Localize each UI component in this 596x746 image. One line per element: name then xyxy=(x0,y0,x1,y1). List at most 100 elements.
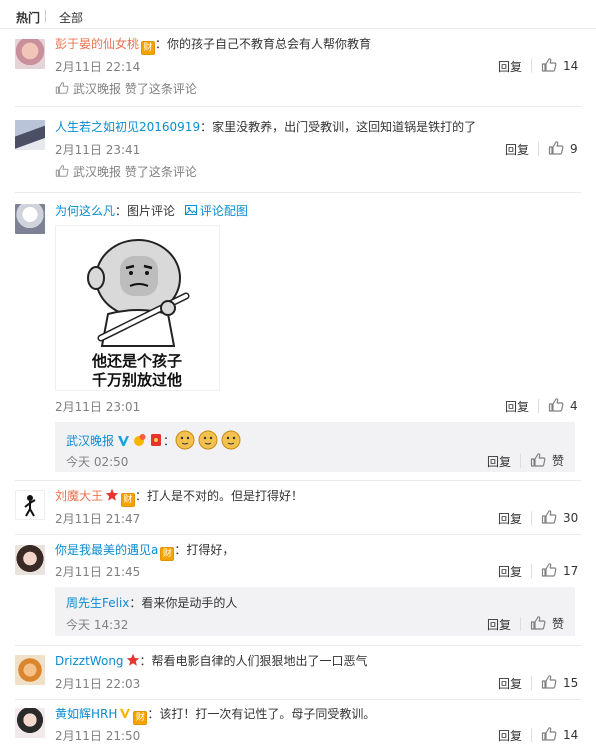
sub-reply-body: 周先生Felix：看来你是动手的人 xyxy=(66,595,237,611)
comment-username[interactable]: DrizztWong xyxy=(55,654,124,668)
comment-divider xyxy=(15,106,581,107)
thumb-up-icon xyxy=(530,452,546,468)
verified-v-icon xyxy=(118,436,130,446)
like-button[interactable]: 14 xyxy=(541,726,578,742)
sub-reply-username[interactable]: 周先生Felix xyxy=(66,596,129,610)
reply-button[interactable]: 回复 xyxy=(498,510,522,527)
like-count: 14 xyxy=(563,728,579,742)
comment-body: 为何这么凡：图片评论 评论配图 xyxy=(55,203,248,219)
like-button[interactable]: 14 xyxy=(541,57,578,73)
comment-time: 2月11日 22:03 xyxy=(55,677,141,691)
like-count: 17 xyxy=(563,564,579,578)
sub-reply-like-button[interactable]: 赞 xyxy=(530,615,564,632)
comment-divider xyxy=(15,699,581,700)
comment-body: 彭于晏的仙女桃财：你的孩子自己不教育总会有人帮你教育 xyxy=(55,36,371,55)
comment-text: ：你的孩子自己不教育总会有人帮你教育 xyxy=(155,37,372,51)
comment-pic-link[interactable]: 评论配图 xyxy=(184,204,248,218)
reply-button[interactable]: 回复 xyxy=(498,563,522,580)
sub-reply-like-label: 赞 xyxy=(552,617,565,631)
like-button[interactable]: 9 xyxy=(548,140,578,156)
like-button[interactable]: 30 xyxy=(541,509,578,525)
comment-tabs: 热门 全部 xyxy=(0,0,596,28)
avatar[interactable] xyxy=(15,120,45,150)
thumb-up-icon xyxy=(530,615,546,631)
comment-time: 2月11日 21:50 xyxy=(55,729,141,743)
reply-button[interactable]: 回复 xyxy=(505,398,529,415)
sub-reply: 周先生Felix：看来你是动手的人 今天 14:32 回复 赞 xyxy=(55,587,575,636)
comment-divider xyxy=(15,534,581,535)
reply-button[interactable]: 回复 xyxy=(498,58,522,75)
tab-hot[interactable]: 热门 xyxy=(16,9,40,26)
liked-by-suffix: 赞了这条评论 xyxy=(121,82,197,96)
like-button[interactable]: 4 xyxy=(548,397,578,413)
sub-reply-body: 武汉晚报 ： xyxy=(66,430,241,450)
thumb-up-icon xyxy=(541,674,557,690)
comment-image[interactable]: 他还是个孩子 千万别放过他 xyxy=(55,225,220,391)
action-divider xyxy=(531,728,532,742)
action-divider xyxy=(538,399,539,413)
avatar[interactable] xyxy=(15,39,45,69)
reply-button[interactable]: 回复 xyxy=(498,727,522,744)
thumb-up-icon xyxy=(541,57,557,73)
sub-reply-time: 今天 02:50 xyxy=(66,455,129,469)
comment-time: 2月11日 21:47 xyxy=(55,512,141,526)
comment-username[interactable]: 为何这么凡 xyxy=(55,204,115,218)
comment-username[interactable]: 你是我最美的遇见a xyxy=(55,543,158,557)
comment-body: 黄如辉HRH 财：该打！打一次有记性了。母子同受教训。 xyxy=(55,706,375,725)
comment-body: 刘魔大王 财：打人是不对的。但是打得好！ xyxy=(55,488,303,507)
thumb-up-icon xyxy=(541,562,557,578)
like-count: 15 xyxy=(563,676,579,690)
sub-reply-like-button[interactable]: 赞 xyxy=(530,452,564,469)
avatar[interactable] xyxy=(15,490,45,520)
action-divider xyxy=(531,59,532,73)
sub-reply-text: ： xyxy=(163,434,176,448)
sub-reply: 武汉晚报 ： 今天 02:50 回复 赞 xyxy=(55,422,575,472)
liked-by-note: 武汉晚报 赞了这条评论 xyxy=(55,163,197,180)
avatar[interactable] xyxy=(15,655,45,685)
comment-username[interactable]: 彭于晏的仙女桃 xyxy=(55,37,139,51)
comment-time: 2月11日 21:45 xyxy=(55,565,141,579)
action-divider xyxy=(531,564,532,578)
comment-text: ：帮看电影自律的人们狠狠地出了一口恶气 xyxy=(139,654,368,668)
sub-reply-reply-button[interactable]: 回复 xyxy=(487,616,511,633)
reply-button[interactable]: 回复 xyxy=(505,141,529,158)
red-packet-icon xyxy=(151,434,162,446)
comment-text: ：打人是不对的。但是打得好！ xyxy=(135,489,304,503)
avatar[interactable] xyxy=(15,708,45,738)
thumb-up-icon xyxy=(55,81,69,95)
like-count: 4 xyxy=(570,399,578,413)
avatar[interactable] xyxy=(15,204,45,234)
action-divider xyxy=(531,511,532,525)
tabs-divider xyxy=(0,28,596,29)
liked-by-source[interactable]: 武汉晚报 xyxy=(73,165,121,179)
thumb-up-icon xyxy=(548,140,564,156)
thumb-up-icon xyxy=(548,397,564,413)
comment-username[interactable]: 黄如辉HRH xyxy=(55,707,117,721)
comment-time: 2月11日 22:14 xyxy=(55,60,141,74)
sub-reply-reply-button[interactable]: 回复 xyxy=(487,453,511,470)
comment-text: ：家里没教养，出门受教训，这回知道锅是铁打的了 xyxy=(200,120,477,134)
avatar-figure-icon xyxy=(24,495,36,517)
comment-text: ：该打！打一次有记性了。母子同受教训。 xyxy=(147,707,376,721)
comment-divider xyxy=(15,645,581,646)
like-button[interactable]: 15 xyxy=(541,674,578,690)
thumb-up-icon xyxy=(55,164,69,178)
liked-by-source[interactable]: 武汉晚报 xyxy=(73,82,121,96)
like-count: 30 xyxy=(563,511,579,525)
image-icon xyxy=(184,205,197,215)
liked-by-note: 武汉晚报 赞了这条评论 xyxy=(55,80,197,97)
tab-all[interactable]: 全部 xyxy=(59,9,83,26)
avatar[interactable] xyxy=(15,545,45,575)
comment-time: 2月11日 23:01 xyxy=(55,400,141,414)
like-button[interactable]: 17 xyxy=(541,562,578,578)
reply-button[interactable]: 回复 xyxy=(498,675,522,692)
doge-emoji-icon xyxy=(175,430,241,450)
sub-reply-like-label: 赞 xyxy=(552,454,565,468)
comment-username[interactable]: 刘魔大王 xyxy=(55,489,103,503)
meme-drawing: 他还是个孩子 千万别放过他 xyxy=(56,226,219,390)
sub-reply-username[interactable]: 武汉晚报 xyxy=(66,434,114,448)
comment-username[interactable]: 人生若之如初见20160919 xyxy=(55,120,200,134)
action-divider xyxy=(520,617,521,631)
meme-caption-line-1: 他还是个孩子 xyxy=(91,352,182,370)
sub-reply-time: 今天 14:32 xyxy=(66,618,129,632)
